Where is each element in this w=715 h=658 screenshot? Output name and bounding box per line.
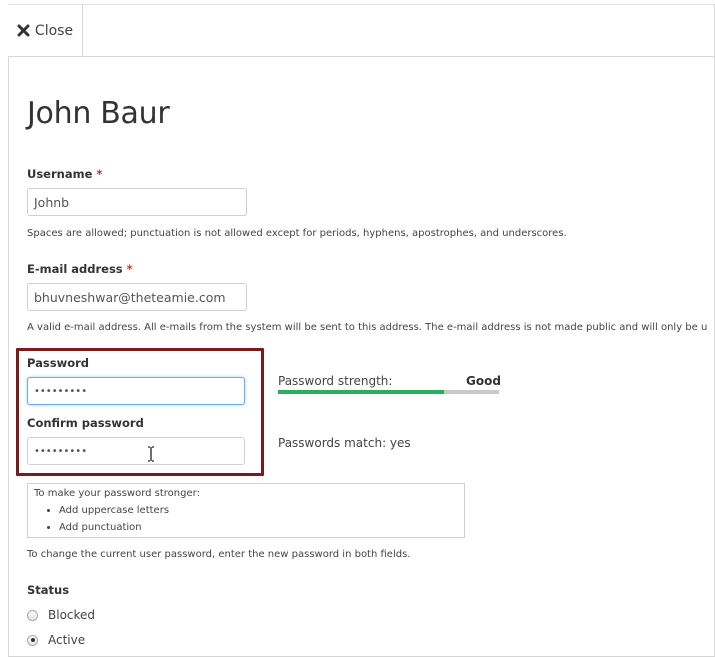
- top-toolbar: Close: [8, 4, 714, 57]
- confirm-password-label: Confirm password: [27, 416, 144, 430]
- email-label: E-mail address *: [27, 262, 133, 276]
- confirm-password-input[interactable]: •••••••••: [27, 437, 245, 465]
- status-option-active[interactable]: Active: [27, 633, 85, 647]
- password-strength-fill: [278, 390, 444, 394]
- text-cursor-icon: [148, 446, 154, 462]
- radio-label-active: Active: [48, 633, 86, 647]
- password-help-text: To change the current user password, ent…: [27, 549, 411, 560]
- suggestions-list: Add uppercase letters Add punctuation: [34, 502, 458, 536]
- status-option-blocked[interactable]: Blocked: [27, 608, 95, 622]
- close-icon: [17, 24, 30, 37]
- close-label: Close: [34, 22, 74, 39]
- confirm-password-value: •••••••••: [34, 445, 88, 457]
- suggestion-item: Add punctuation: [59, 519, 458, 536]
- required-mark: *: [126, 262, 133, 276]
- username-description: Spaces are allowed; punctuation is not a…: [27, 228, 567, 239]
- suggestion-item: Add uppercase letters: [59, 502, 458, 519]
- required-mark: *: [96, 167, 103, 181]
- password-strength-bar: [278, 390, 499, 394]
- email-input[interactable]: bhuvneshwar@theteamie.com: [27, 283, 247, 311]
- page-title: John Baur: [27, 96, 170, 131]
- username-input[interactable]: Johnb: [27, 188, 247, 216]
- email-label-text: E-mail address: [27, 262, 123, 276]
- close-button[interactable]: Close: [8, 5, 83, 56]
- username-label: Username *: [27, 167, 102, 181]
- status-label: Status: [27, 583, 70, 597]
- radio-blocked[interactable]: [27, 609, 38, 621]
- email-value: bhuvneshwar@theteamie.com: [34, 289, 226, 305]
- passwords-match-text: Passwords match: yes: [278, 436, 411, 450]
- password-input[interactable]: •••••••••: [27, 377, 245, 405]
- username-label-text: Username: [27, 167, 93, 181]
- password-suggestions-box: To make your password stronger: Add uppe…: [27, 483, 465, 538]
- password-strength-label: Password strength:: [278, 374, 393, 388]
- radio-label-blocked: Blocked: [48, 608, 96, 622]
- email-description: A valid e-mail address. All e-mails from…: [27, 322, 707, 333]
- password-value: •••••••••: [34, 385, 88, 397]
- password-strength-value: Good: [466, 374, 501, 388]
- suggestions-title: To make your password stronger:: [34, 488, 200, 499]
- radio-active[interactable]: [27, 634, 38, 646]
- username-value: Johnb: [34, 194, 70, 210]
- password-label: Password: [27, 356, 89, 370]
